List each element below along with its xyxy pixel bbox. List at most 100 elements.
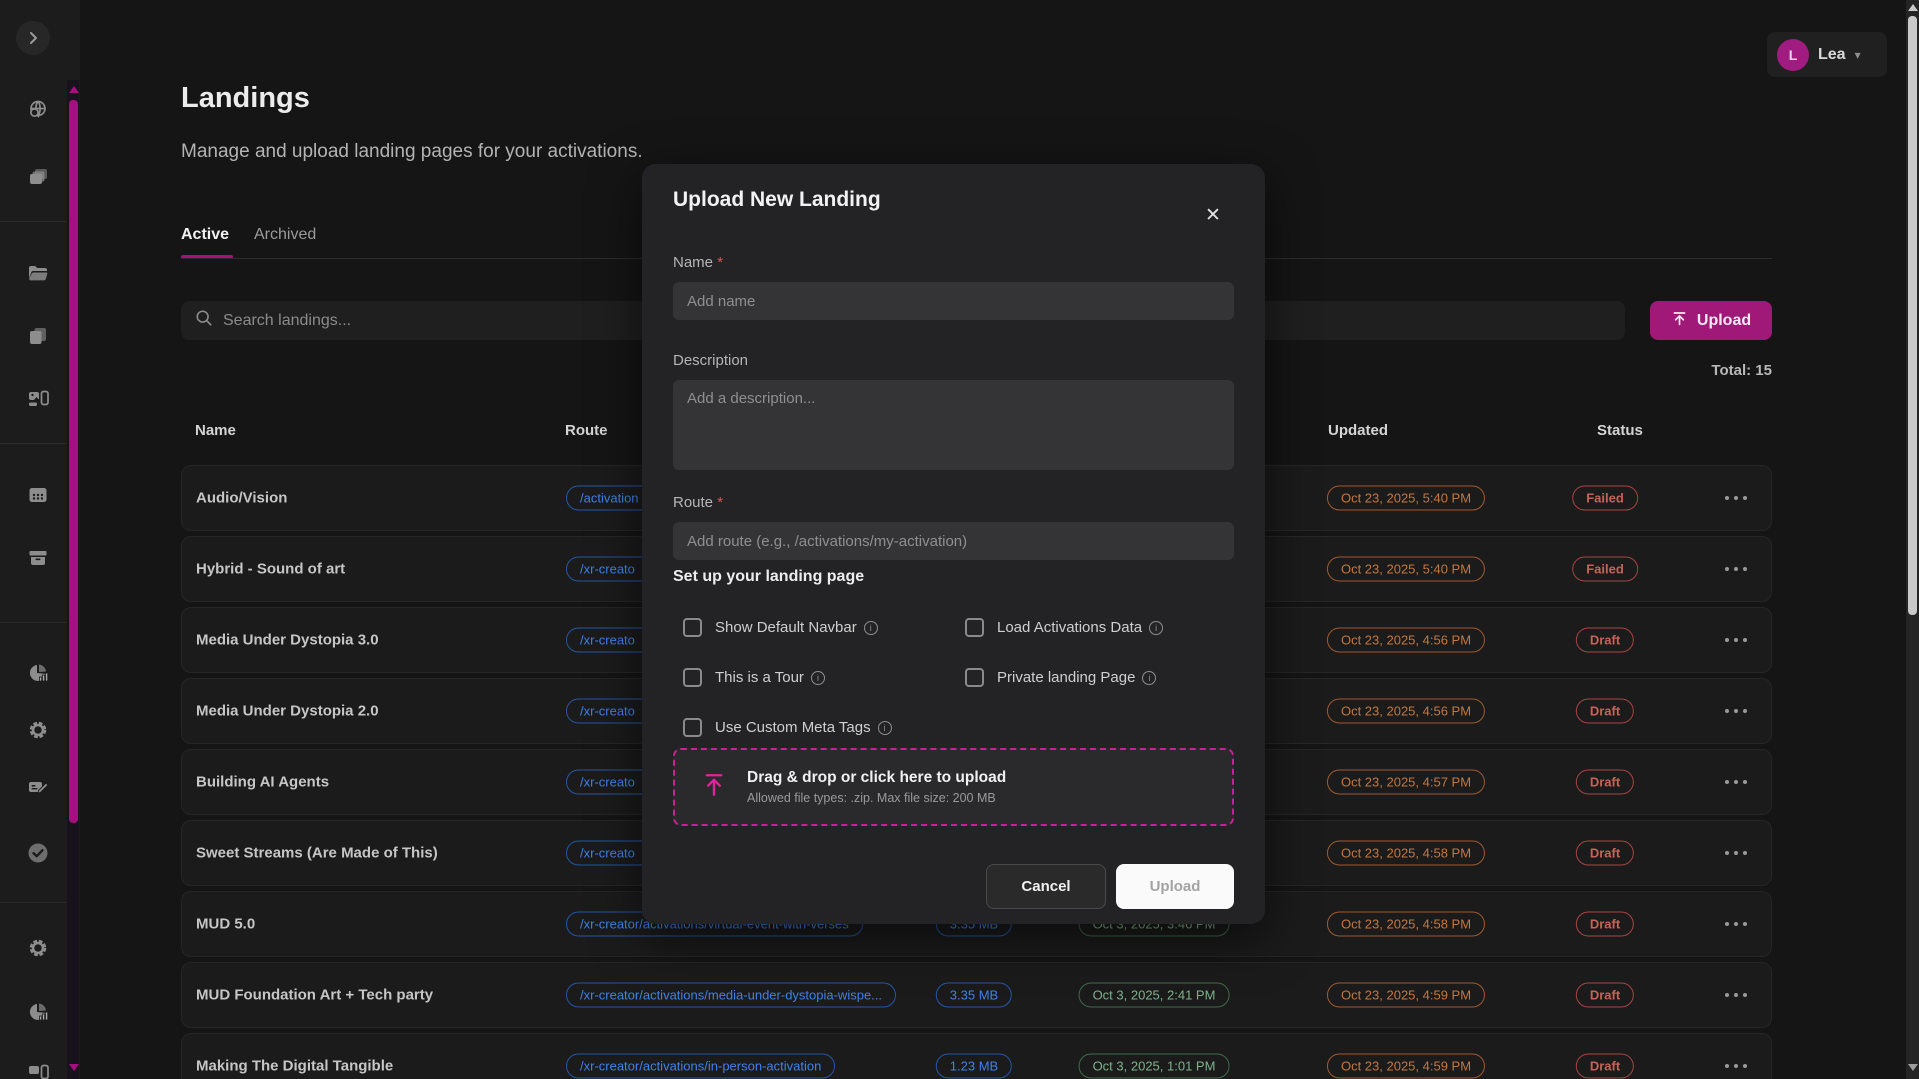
route-field[interactable] — [673, 522, 1234, 560]
folder-icon[interactable] — [26, 261, 50, 285]
sidebar-expand-button[interactable] — [16, 21, 50, 55]
status-badge: Draft — [1576, 912, 1634, 937]
updated-chip: Oct 23, 2025, 4:56 PM — [1327, 628, 1485, 653]
updated-chip: Oct 23, 2025, 4:56 PM — [1327, 699, 1485, 724]
updated-chip: Oct 23, 2025, 5:40 PM — [1327, 486, 1485, 511]
more-options-icon[interactable] — [1723, 490, 1749, 506]
sidebar-scrollbar-thumb[interactable] — [69, 100, 78, 823]
more-options-icon[interactable] — [1723, 561, 1749, 577]
route-chip[interactable]: /xr-creator/activations/in-person-activa… — [566, 1054, 835, 1079]
created-chip: Oct 3, 2025, 2:41 PM — [1079, 983, 1230, 1008]
upload-button[interactable]: Upload — [1650, 301, 1772, 340]
info-icon[interactable]: i — [864, 621, 878, 635]
gear-icon[interactable] — [26, 936, 50, 960]
more-options-icon[interactable] — [1723, 1058, 1749, 1074]
search-icon — [195, 309, 213, 332]
table-row: MUD Foundation Art + Tech party /xr-crea… — [181, 962, 1772, 1028]
required-asterisk: * — [717, 254, 723, 271]
updated-chip: Oct 23, 2025, 4:59 PM — [1327, 983, 1485, 1008]
modal-upload-button[interactable]: Upload — [1116, 864, 1234, 909]
close-icon[interactable]: ✕ — [1200, 202, 1226, 228]
chevron-right-icon — [21, 26, 45, 50]
checkbox-load-activations-data[interactable]: Load Activations Datai — [965, 602, 1247, 652]
more-options-icon[interactable] — [1723, 845, 1749, 861]
info-icon[interactable]: i — [1142, 671, 1156, 685]
route-chip[interactable]: /xr-creator/activations/media-under-dyst… — [566, 983, 896, 1008]
checkbox-this-is-a-tour[interactable]: This is a Touri — [683, 652, 965, 702]
more-options-icon[interactable] — [1723, 987, 1749, 1003]
tab-active[interactable]: Active — [181, 226, 229, 244]
row-name: MUD 5.0 — [196, 916, 255, 933]
row-name: Media Under Dystopia 3.0 — [196, 632, 379, 649]
more-options-icon[interactable] — [1723, 703, 1749, 719]
total-count: Total: 15 — [1572, 362, 1772, 379]
copy-icon[interactable] — [26, 324, 50, 348]
media-device-icon[interactable] — [26, 1061, 50, 1079]
calendar-icon[interactable] — [26, 483, 50, 507]
status-badge: Draft — [1576, 983, 1634, 1008]
required-asterisk: * — [717, 494, 723, 511]
sidebar-divider — [0, 902, 66, 903]
row-name: Making The Digital Tangible — [196, 1058, 393, 1075]
row-name: Building AI Agents — [196, 774, 329, 791]
scroll-down-icon[interactable] — [1908, 1064, 1918, 1071]
user-menu[interactable]: L Lea ▾ — [1767, 32, 1887, 77]
name-field[interactable] — [673, 282, 1234, 320]
card-edit-icon[interactable] — [26, 775, 50, 799]
row-name: Sweet Streams (Are Made of This) — [196, 845, 438, 862]
page-subtitle: Manage and upload landing pages for your… — [181, 141, 643, 163]
sidebar-divider — [0, 221, 66, 222]
row-name: MUD Foundation Art + Tech party — [196, 987, 433, 1004]
more-options-icon[interactable] — [1723, 632, 1749, 648]
scroll-up-icon[interactable] — [1908, 4, 1918, 11]
scroll-up-icon[interactable] — [69, 86, 79, 93]
row-name: Hybrid - Sound of art — [196, 561, 345, 578]
upload-modal: Upload New Landing ✕ Name * Description … — [642, 164, 1265, 924]
archive-icon[interactable] — [26, 546, 50, 570]
gear-icon[interactable] — [26, 718, 50, 742]
updated-chip: Oct 23, 2025, 5:40 PM — [1327, 557, 1485, 582]
info-icon[interactable]: i — [878, 721, 892, 735]
media-device-icon[interactable] — [26, 387, 50, 411]
check-circle-icon[interactable] — [26, 841, 50, 865]
upload-button-label: Upload — [1697, 312, 1751, 330]
column-header-route: Route — [565, 422, 608, 439]
size-chip: 3.35 MB — [936, 983, 1012, 1008]
status-badge: Failed — [1572, 557, 1638, 582]
checkbox[interactable] — [683, 668, 702, 687]
more-options-icon[interactable] — [1723, 916, 1749, 932]
row-name: Audio/Vision — [196, 490, 287, 507]
info-icon[interactable]: i — [811, 671, 825, 685]
status-badge: Failed — [1572, 486, 1638, 511]
status-badge: Draft — [1576, 628, 1634, 653]
page-scrollbar-thumb[interactable] — [1908, 16, 1917, 615]
layers-icon[interactable] — [26, 165, 50, 189]
checkbox[interactable] — [683, 618, 702, 637]
page-title: Landings — [181, 82, 310, 115]
sidebar — [0, 0, 80, 1079]
checkbox-use-custom-meta-tags[interactable]: Use Custom Meta Tagsi — [683, 702, 965, 752]
pie-chart-icon[interactable] — [26, 661, 50, 685]
chevron-down-icon: ▾ — [1855, 48, 1861, 62]
checkbox[interactable] — [965, 618, 984, 637]
avatar: L — [1777, 39, 1809, 71]
pie-chart-icon[interactable] — [26, 1000, 50, 1024]
dropzone-subtitle: Allowed file types: .zip. Max file size:… — [747, 791, 1006, 805]
info-icon[interactable]: i — [1149, 621, 1163, 635]
cancel-button[interactable]: Cancel — [986, 864, 1106, 909]
updated-chip: Oct 23, 2025, 4:58 PM — [1327, 912, 1485, 937]
scroll-down-icon[interactable] — [69, 1064, 79, 1071]
more-options-icon[interactable] — [1723, 774, 1749, 790]
dropzone-title: Drag & drop or click here to upload — [747, 769, 1006, 787]
description-field[interactable] — [673, 380, 1234, 470]
file-dropzone[interactable]: Drag & drop or click here to upload Allo… — [673, 748, 1234, 826]
checkbox-show-default-navbar[interactable]: Show Default Navbari — [683, 602, 965, 652]
globe-search-icon[interactable] — [26, 98, 50, 122]
modal-title: Upload New Landing — [673, 188, 881, 212]
name-label: Name * — [673, 254, 723, 271]
checkbox[interactable] — [683, 718, 702, 737]
checkbox-private-landing-page[interactable]: Private landing Pagei — [965, 652, 1247, 702]
checkbox[interactable] — [965, 668, 984, 687]
route-label: Route * — [673, 494, 723, 511]
tab-archived[interactable]: Archived — [254, 226, 316, 244]
